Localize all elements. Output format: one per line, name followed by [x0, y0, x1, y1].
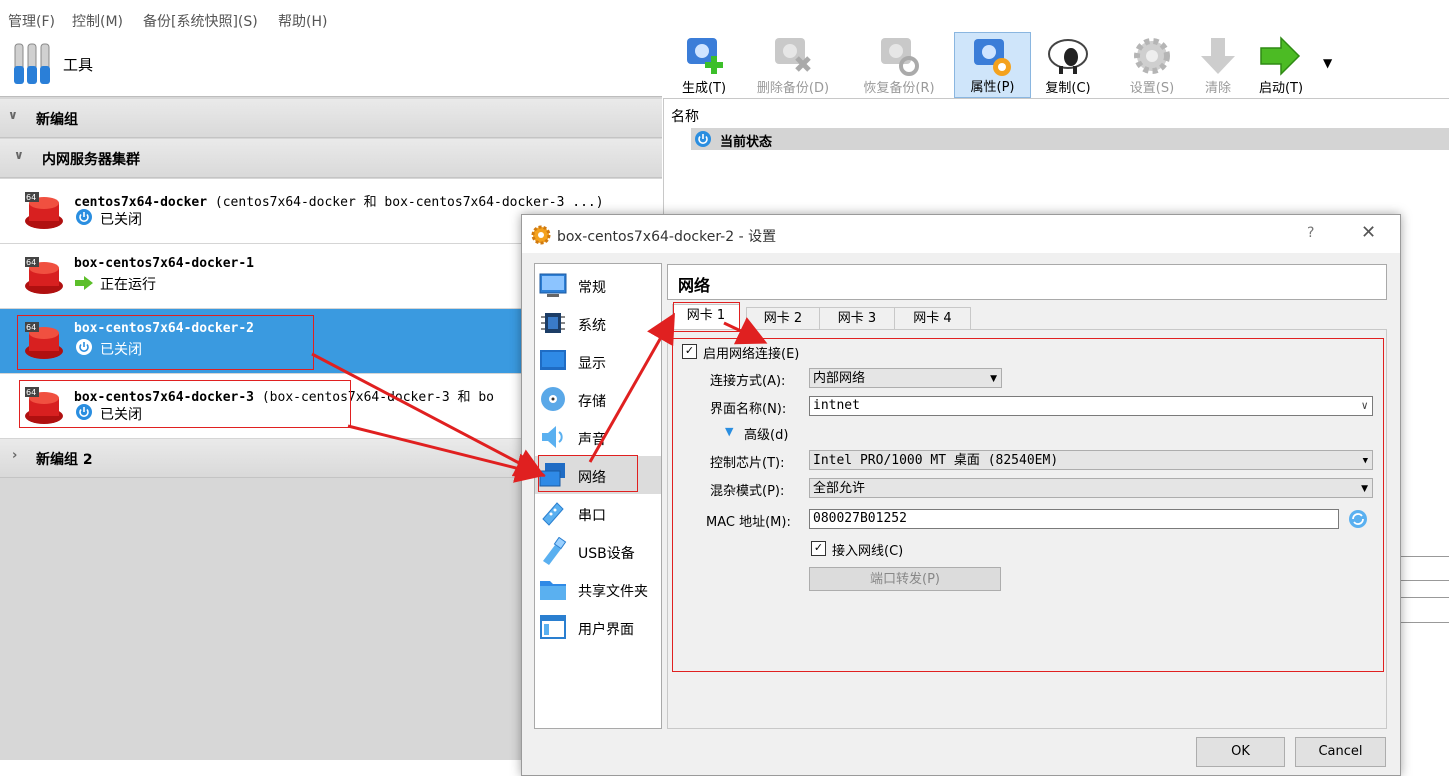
details-column-header: 名称 — [671, 109, 699, 125]
chevron-down-icon: ∨ — [14, 148, 24, 162]
delete-snapshot-icon — [775, 38, 811, 72]
menu-help[interactable]: 帮助(H) — [278, 11, 327, 31]
gear-icon — [1134, 38, 1170, 74]
main-toolbar: 生成(T) 删除备份(D) 恢复备份(R) 属性(P) 复制(C) 设置(S) … — [663, 32, 1449, 99]
nav-item-user-interface[interactable]: 用户界面 — [535, 608, 661, 646]
redhat-os-icon: 64 — [25, 257, 63, 294]
vm-status: 已关闭 — [100, 212, 142, 228]
properties-gear-icon — [974, 39, 1011, 76]
general-icon — [539, 273, 567, 297]
group-header-2[interactable]: ∨ 内网服务器集群 — [0, 139, 662, 178]
svg-text:64: 64 — [26, 193, 36, 202]
dialog-title: box-centos7x64-docker-2 - 设置 — [557, 229, 777, 245]
nav-item-shared-folders[interactable]: 共享文件夹 — [535, 570, 661, 608]
group-name: 新编组 2 — [36, 452, 93, 468]
group-name: 新编组 — [36, 112, 78, 128]
nav-item-general[interactable]: 常规 — [535, 266, 661, 304]
tools-label: 工具 — [63, 56, 94, 74]
section-title: 网络 — [678, 276, 711, 295]
redhat-os-icon: 64 — [25, 192, 63, 229]
running-arrow-icon — [75, 276, 93, 290]
disk-icon — [541, 387, 565, 411]
section-header: 网络 — [667, 264, 1387, 300]
down-arrow-icon — [1201, 38, 1235, 74]
settings-button[interactable]: 设置(S) — [1117, 32, 1187, 98]
chevron-right-icon: › — [12, 448, 18, 463]
monitor-icon — [540, 350, 566, 370]
divider — [1399, 597, 1449, 598]
vm-extra: (centos7x64-docker 和 box-centos7x64-dock… — [214, 195, 604, 210]
menu-machine[interactable]: 控制(M) — [72, 11, 123, 31]
start-button[interactable]: 启动(T) — [1249, 32, 1313, 98]
tools-item[interactable]: 工具 — [0, 32, 662, 97]
discard-button[interactable]: 清除 — [1188, 32, 1248, 98]
power-icon — [695, 131, 711, 147]
annotation-box-network — [538, 455, 638, 492]
usb-icon — [543, 537, 567, 565]
annotation-box-settings — [672, 338, 1384, 672]
restore-snapshot-button[interactable]: 恢复备份(R) — [853, 32, 945, 98]
cancel-button[interactable]: Cancel — [1295, 737, 1386, 767]
divider — [1399, 622, 1449, 623]
ui-window-icon — [540, 615, 566, 639]
settings-nav: 常规 系统 显示 存储 声音 网络 串口 USB设备 共享文件夹 用户界面 — [534, 263, 662, 729]
ok-button[interactable]: OK — [1196, 737, 1285, 767]
new-button[interactable]: 生成(T) — [669, 32, 739, 98]
start-dropdown-arrow-icon[interactable]: ▼ — [1323, 56, 1332, 70]
vm-name: centos7x64-docker — [74, 195, 208, 210]
annotation-box-vm3 — [19, 380, 351, 428]
annotation-box-vm2 — [17, 315, 314, 370]
settings-gear-icon — [531, 225, 551, 245]
power-off-icon — [76, 209, 92, 225]
speaker-icon — [542, 426, 563, 448]
group-header-1[interactable]: ∨ 新编组 — [0, 99, 662, 138]
dialog-titlebar: box-centos7x64-docker-2 - 设置 ? ✕ — [522, 215, 1400, 253]
menubar: 管理(F) 控制(M) 备份[系统快照](S) 帮助(H) — [0, 0, 1449, 36]
clone-button[interactable]: 复制(C) — [1035, 32, 1101, 98]
nav-item-display[interactable]: 显示 — [535, 342, 661, 380]
serial-port-icon — [542, 502, 564, 526]
help-button[interactable]: ? — [1307, 225, 1314, 241]
vm-status: 正在运行 — [100, 277, 156, 293]
tab-adapter-2[interactable]: 网卡 2 — [746, 307, 820, 330]
group-name: 内网服务器集群 — [42, 152, 140, 168]
nav-item-usb[interactable]: USB设备 — [535, 532, 661, 570]
sheep-clone-icon — [1048, 39, 1088, 74]
nav-item-serial[interactable]: 串口 — [535, 494, 661, 532]
tab-adapter-4[interactable]: 网卡 4 — [894, 307, 971, 330]
tab-adapter-3[interactable]: 网卡 3 — [819, 307, 895, 330]
nav-item-storage[interactable]: 存储 — [535, 380, 661, 418]
chevron-down-icon: ∨ — [8, 108, 18, 122]
start-arrow-icon — [1260, 36, 1301, 76]
menu-file[interactable]: 管理(F) — [8, 11, 55, 31]
folder-icon — [540, 581, 566, 600]
current-state-row[interactable]: 当前状态 — [691, 128, 1449, 150]
restore-snapshot-icon — [881, 38, 919, 76]
nav-item-audio[interactable]: 声音 — [535, 418, 661, 456]
divider — [1399, 580, 1449, 581]
tools-icon — [14, 43, 50, 84]
close-icon[interactable]: ✕ — [1361, 222, 1376, 243]
nav-item-system[interactable]: 系统 — [535, 304, 661, 342]
svg-text:64: 64 — [26, 258, 36, 267]
menu-snapshot[interactable]: 备份[系统快照](S) — [143, 11, 258, 31]
annotation-box-tab1 — [673, 302, 740, 332]
new-vm-icon — [687, 38, 723, 74]
current-state-label: 当前状态 — [720, 135, 773, 150]
chip-icon — [541, 313, 565, 333]
properties-button[interactable]: 属性(P) — [954, 32, 1031, 98]
divider — [1399, 556, 1449, 557]
vm-name: box-centos7x64-docker-1 — [74, 256, 255, 271]
delete-snapshot-button[interactable]: 删除备份(D) — [747, 32, 839, 98]
